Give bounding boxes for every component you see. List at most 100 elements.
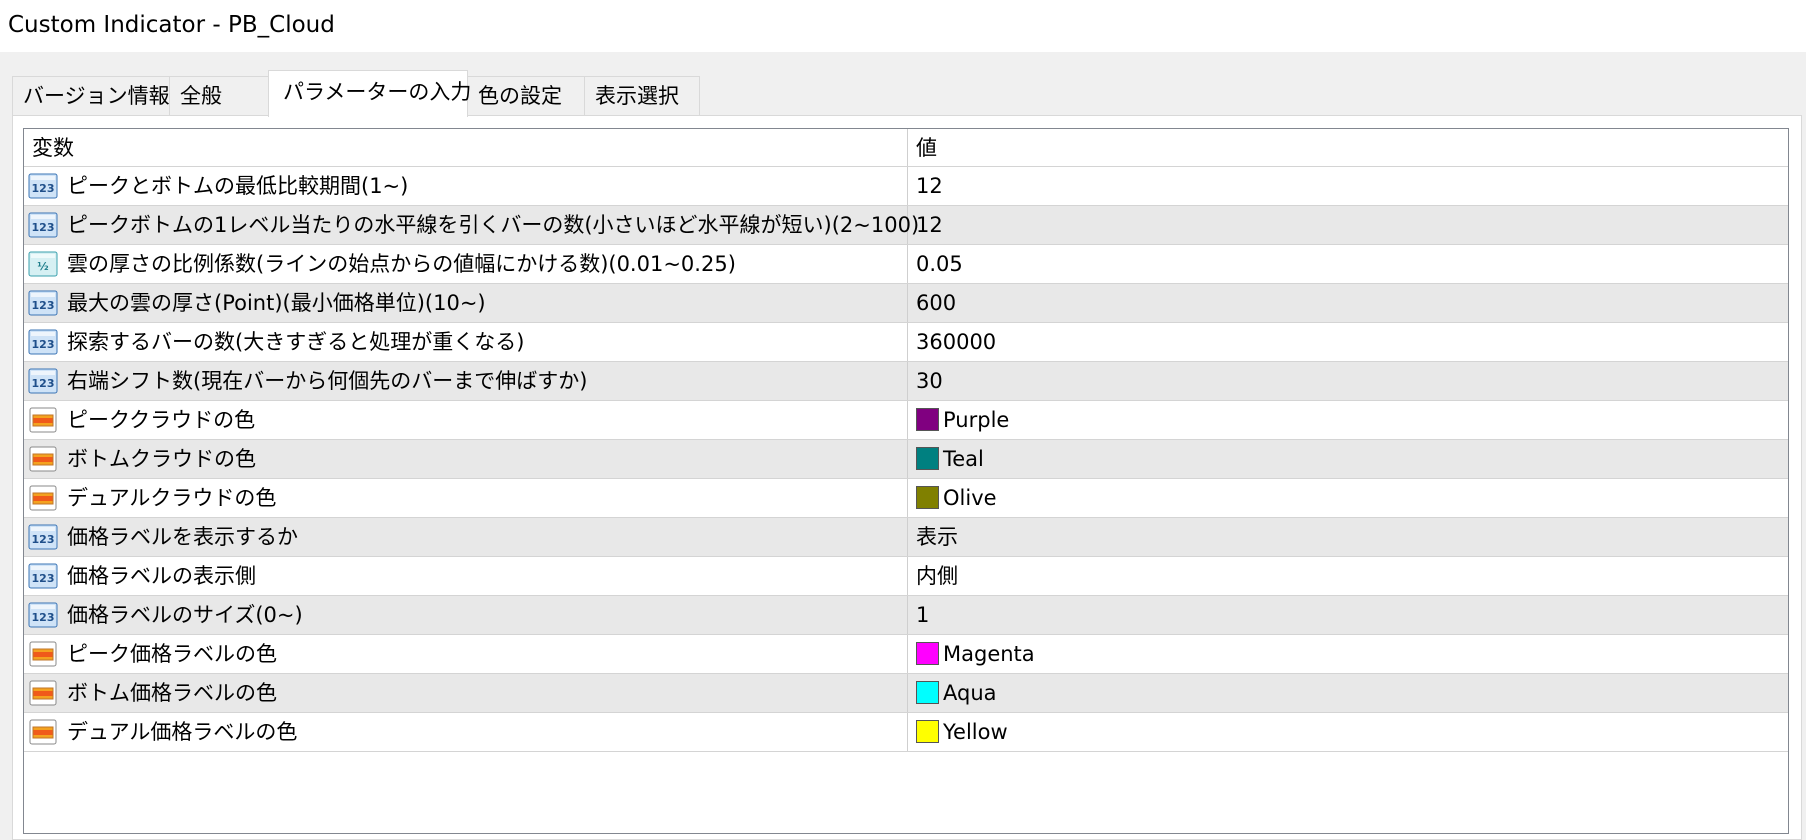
parameter-name: デュアルクラウドの色 <box>67 486 277 510</box>
parameter-value-cell[interactable]: 12 <box>908 206 1788 244</box>
tab-version-info[interactable]: バージョン情報 <box>12 76 170 116</box>
parameter-value: Aqua <box>943 681 997 705</box>
parameter-value-cell[interactable]: 600 <box>908 284 1788 322</box>
tab-label: 全般 <box>180 84 222 108</box>
parameter-name-cell: 123 ピークとボトムの最低比較期間(1~) <box>24 167 908 205</box>
integer-icon: 123 <box>28 211 58 239</box>
double-icon: ½ <box>28 250 58 278</box>
parameter-name: ボトム価格ラベルの色 <box>67 681 277 705</box>
parameter-value: 12 <box>916 213 943 237</box>
column-header-label: 値 <box>916 136 937 160</box>
parameter-value-cell[interactable]: Olive <box>908 479 1788 517</box>
tab-label: パラメーターの入力 <box>283 80 472 104</box>
parameter-name: 価格ラベルのサイズ(0~) <box>67 603 303 627</box>
parameter-name-cell: 123 右端シフト数(現在バーから何個先のバーまで伸ばすか) <box>24 362 908 400</box>
tab-colors[interactable]: 色の設定 <box>467 76 585 116</box>
color-swatch <box>916 408 939 431</box>
color-swatch <box>916 486 939 509</box>
parameter-name-cell: 123 探索するバーの数(大きすぎると処理が重くなる) <box>24 323 908 361</box>
tab-label: 色の設定 <box>478 84 562 108</box>
parameter-value: 600 <box>916 291 957 315</box>
color-swatch <box>916 447 939 470</box>
parameter-name: ピーククラウドの色 <box>67 408 256 432</box>
parameter-value: 0.05 <box>916 252 963 276</box>
parameter-value: Magenta <box>943 642 1035 666</box>
tab-input-parameters[interactable]: パラメーターの入力 <box>268 70 472 117</box>
parameter-name-cell: ピーククラウドの色 <box>24 401 908 439</box>
table-row[interactable]: ½ 雲の厚さの比例係数(ラインの始点からの値幅にかける数)(0.01~0.25) 0… <box>24 245 1788 284</box>
parameter-name-cell: 123 価格ラベルのサイズ(0~) <box>24 596 908 634</box>
svg-text:123: 123 <box>32 299 55 312</box>
window-title: Custom Indicator - PB_Cloud <box>8 12 335 38</box>
parameter-name-cell: 123 価格ラベルの表示側 <box>24 557 908 595</box>
parameter-value: Yellow <box>943 720 1008 744</box>
color-icon <box>28 679 58 707</box>
parameter-value-cell[interactable]: 内側 <box>908 557 1788 595</box>
column-header-value[interactable]: 値 <box>908 129 1788 166</box>
tab-label: バージョン情報 <box>23 84 170 108</box>
parameter-name: デュアル価格ラベルの色 <box>67 720 298 744</box>
integer-icon: 123 <box>28 562 58 590</box>
parameter-value-cell[interactable]: Yellow <box>908 713 1788 751</box>
parameter-value-cell[interactable]: Aqua <box>908 674 1788 712</box>
integer-icon: 123 <box>28 523 58 551</box>
parameter-value-cell[interactable]: 30 <box>908 362 1788 400</box>
parameter-value: 30 <box>916 369 943 393</box>
table-row[interactable]: ピーク価格ラベルの色 Magenta <box>24 635 1788 674</box>
table-row[interactable]: 123 ピークボトムの1レベル当たりの水平線を引くバーの数(小さいほど水平線が短い… <box>24 206 1788 245</box>
table-row[interactable]: ピーククラウドの色 Purple <box>24 401 1788 440</box>
color-icon <box>28 445 58 473</box>
parameter-name: ピーク価格ラベルの色 <box>67 642 277 666</box>
parameter-value-cell[interactable]: 360000 <box>908 323 1788 361</box>
parameter-value: Olive <box>943 486 997 510</box>
parameter-name: ピークボトムの1レベル当たりの水平線を引くバーの数(小さいほど水平線が短い)(2… <box>67 213 920 237</box>
parameter-name: 右端シフト数(現在バーから何個先のバーまで伸ばすか) <box>67 369 588 393</box>
parameter-value-cell[interactable]: Magenta <box>908 635 1788 673</box>
parameter-value-cell[interactable]: Purple <box>908 401 1788 439</box>
svg-text:123: 123 <box>32 611 55 624</box>
integer-icon: 123 <box>28 328 58 356</box>
tab-label: 表示選択 <box>595 84 679 108</box>
parameter-value-cell[interactable]: 0.05 <box>908 245 1788 283</box>
table-row[interactable]: 123 価格ラベルのサイズ(0~) 1 <box>24 596 1788 635</box>
table-row[interactable]: 123 価格ラベルの表示側 内側 <box>24 557 1788 596</box>
tab-visualization[interactable]: 表示選択 <box>584 76 700 116</box>
svg-text:½: ½ <box>37 260 48 273</box>
table-row[interactable]: 123 最大の雲の厚さ(Point)(最小価格単位)(10~) 600 <box>24 284 1788 323</box>
svg-text:123: 123 <box>32 533 55 546</box>
parameter-value: 表示 <box>916 525 958 549</box>
table-row[interactable]: デュアルクラウドの色 Olive <box>24 479 1788 518</box>
table-row[interactable]: ボトム価格ラベルの色 Aqua <box>24 674 1788 713</box>
parameter-name-cell: ½ 雲の厚さの比例係数(ラインの始点からの値幅にかける数)(0.01~0.25) <box>24 245 908 283</box>
integer-icon: 123 <box>28 172 58 200</box>
table-row[interactable]: 123 右端シフト数(現在バーから何個先のバーまで伸ばすか) 30 <box>24 362 1788 401</box>
parameter-value-cell[interactable]: Teal <box>908 440 1788 478</box>
parameter-value: 1 <box>916 603 930 627</box>
parameter-name-cell: ピーク価格ラベルの色 <box>24 635 908 673</box>
color-swatch <box>916 720 939 743</box>
color-swatch <box>916 681 939 704</box>
parameter-value-cell[interactable]: 1 <box>908 596 1788 634</box>
color-icon <box>28 718 58 746</box>
parameter-value-cell[interactable]: 表示 <box>908 518 1788 556</box>
tab-general[interactable]: 全般 <box>169 76 280 116</box>
table-row[interactable]: 123 価格ラベルを表示するか 表示 <box>24 518 1788 557</box>
column-header-variable[interactable]: 変数 <box>24 129 908 166</box>
table-row[interactable]: デュアル価格ラベルの色 Yellow <box>24 713 1788 752</box>
svg-text:123: 123 <box>32 572 55 585</box>
parameter-name-cell: ボトム価格ラベルの色 <box>24 674 908 712</box>
table-row[interactable]: 123 ピークとボトムの最低比較期間(1~) 12 <box>24 167 1788 206</box>
color-swatch <box>916 642 939 665</box>
parameter-name: ボトムクラウドの色 <box>67 447 256 471</box>
table-row[interactable]: ボトムクラウドの色 Teal <box>24 440 1788 479</box>
parameter-name-cell: 123 価格ラベルを表示するか <box>24 518 908 556</box>
table-header: 変数 値 <box>24 129 1788 167</box>
parameter-name-cell: デュアル価格ラベルの色 <box>24 713 908 751</box>
parameter-value-cell[interactable]: 12 <box>908 167 1788 205</box>
parameter-name-cell: 123 ピークボトムの1レベル当たりの水平線を引くバーの数(小さいほど水平線が短い… <box>24 206 919 244</box>
integer-icon: 123 <box>28 601 58 629</box>
parameter-name: 探索するバーの数(大きすぎると処理が重くなる) <box>67 330 525 354</box>
table-row[interactable]: 123 探索するバーの数(大きすぎると処理が重くなる) 360000 <box>24 323 1788 362</box>
color-icon <box>28 406 58 434</box>
svg-text:123: 123 <box>32 338 55 351</box>
